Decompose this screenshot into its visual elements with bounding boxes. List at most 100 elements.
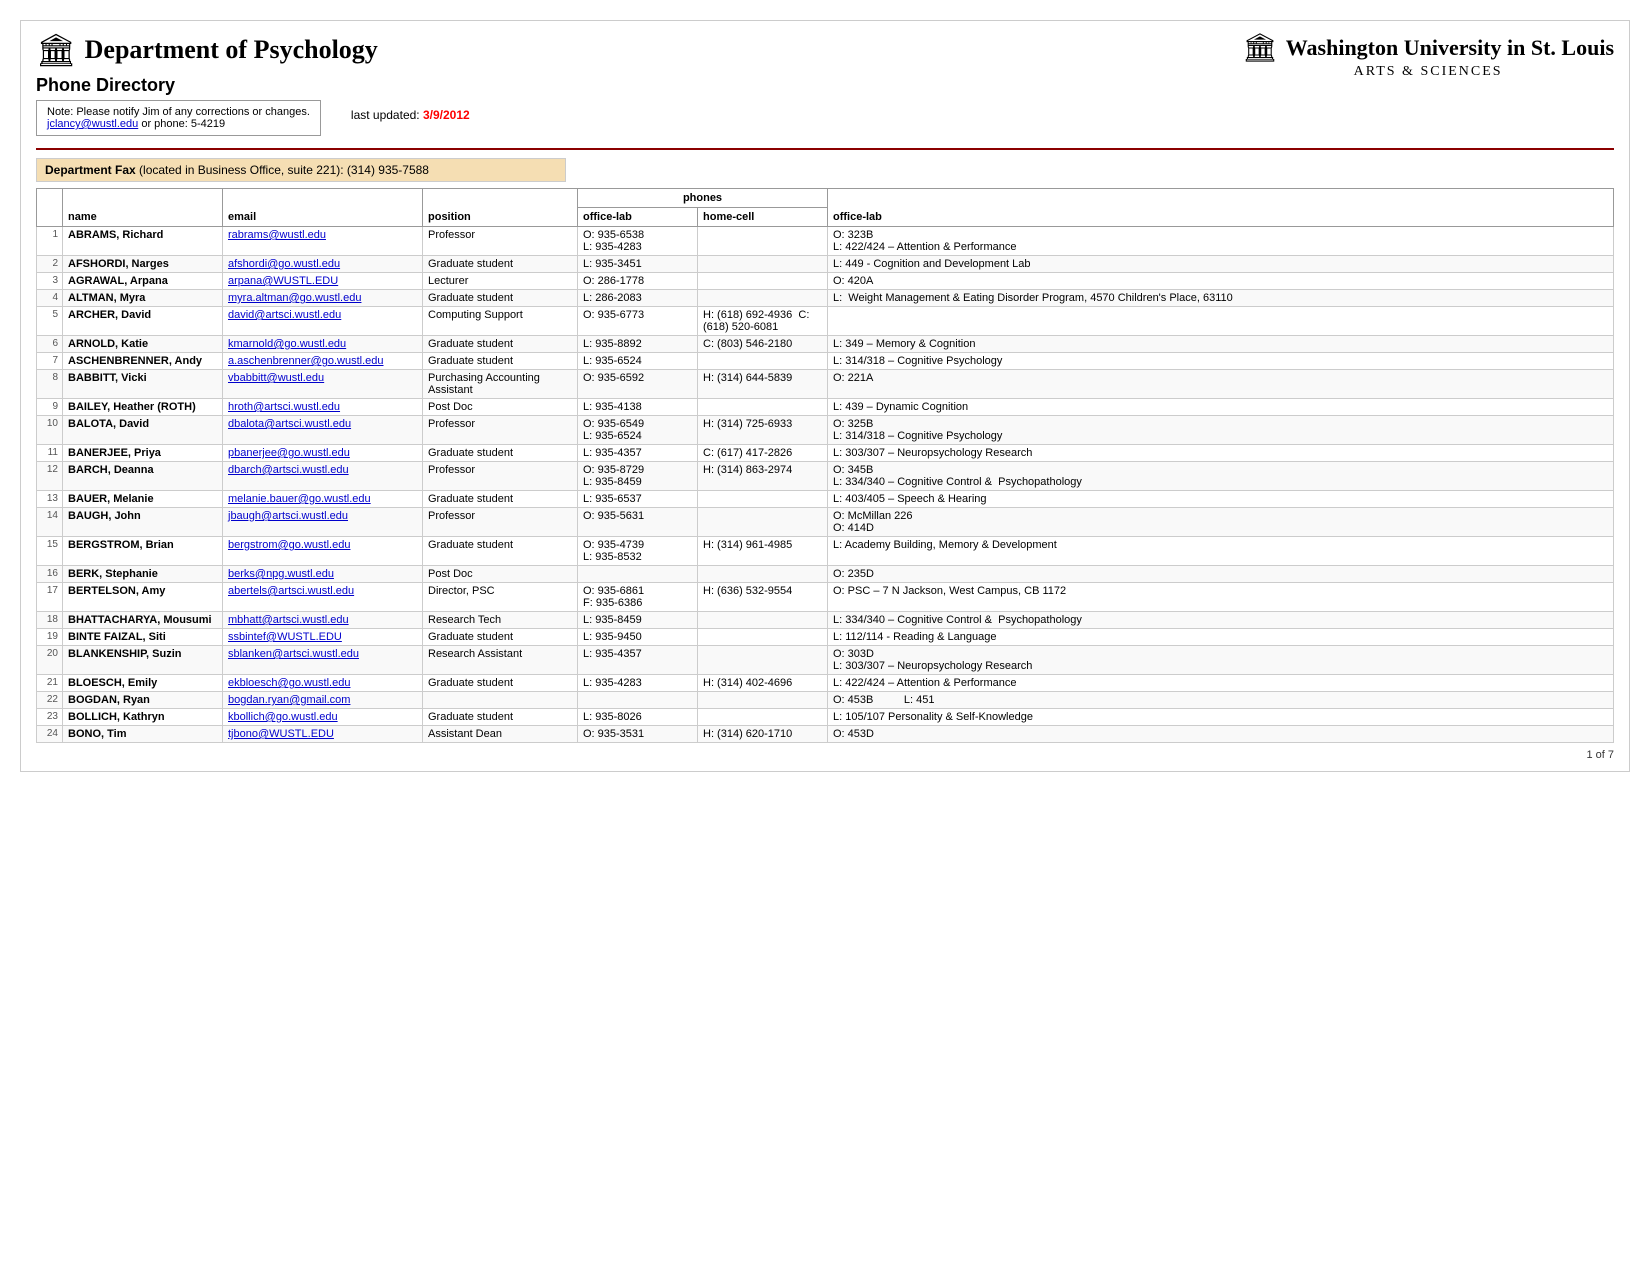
email-link[interactable]: kbollich@go.wustl.edu: [228, 711, 338, 723]
table-row: 24BONO, Timtjbono@WUSTL.EDUAssistant Dea…: [37, 726, 1614, 743]
row-num: 12: [37, 462, 63, 491]
row-home-cell: H: (636) 532-9554: [698, 583, 828, 612]
table-row: 2AFSHORDI, Narges afshordi@go.wustl.edu Gr…: [37, 256, 1614, 273]
email-link[interactable]: afshordi@go.wustl.edu: [228, 258, 340, 270]
row-email: bogdan.ryan@gmail.com: [223, 692, 423, 709]
page-footer: 1 of 7: [36, 749, 1614, 761]
row-email: kmarnold@go.wustl.edu: [223, 336, 423, 353]
notice-email[interactable]: jclancy@wustl.edu: [47, 118, 138, 130]
email-link[interactable]: rabrams@wustl.edu: [228, 229, 326, 241]
row-name: BAILEY, Heather (ROTH): [63, 399, 223, 416]
email-link[interactable]: berks@npg.wustl.edu: [228, 568, 334, 580]
row-num: 24: [37, 726, 63, 743]
row-office-lab2: O: PSC – 7 N Jackson, West Campus, CB 11…: [828, 583, 1614, 612]
email-link[interactable]: mbhatt@artsci.wustl.edu: [228, 614, 349, 626]
email-link[interactable]: sblanken@artsci.wustl.edu: [228, 648, 359, 660]
fax-bar: Department Fax (located in Business Offi…: [36, 158, 566, 182]
row-position: Graduate student: [423, 675, 578, 692]
email-link[interactable]: abertels@artsci.wustl.edu: [228, 585, 354, 597]
email-link[interactable]: tjbono@WUSTL.EDU: [228, 728, 334, 740]
row-home-cell: H: (314) 863-2974: [698, 462, 828, 491]
row-office-lab: O: 935-6538 L: 935-4283: [578, 227, 698, 256]
email-link[interactable]: bergstrom@go.wustl.edu: [228, 539, 350, 551]
row-office-lab: [578, 566, 698, 583]
row-email: hroth@artsci.wustl.edu: [223, 399, 423, 416]
row-email: rabrams@wustl.edu: [223, 227, 423, 256]
row-office-lab2: O: 303D L: 303/307 – Neuropsychology Res…: [828, 646, 1614, 675]
table-row: 16BERK, Stephanieberks@npg.wustl.eduPost…: [37, 566, 1614, 583]
row-name: BABBITT, Vicki: [63, 370, 223, 399]
row-position: Graduate student: [423, 256, 578, 273]
email-link[interactable]: vbabbitt@wustl.edu: [228, 372, 324, 384]
row-num: 16: [37, 566, 63, 583]
row-office-lab2: [828, 307, 1614, 336]
row-position: Lecturer: [423, 273, 578, 290]
row-num: 15: [37, 537, 63, 566]
row-name: AFSHORDI, Narges: [63, 256, 223, 273]
email-link[interactable]: dbalota@artsci.wustl.edu: [228, 418, 351, 430]
row-email: arpana@WUSTL.EDU: [223, 273, 423, 290]
row-home-cell: C: (803) 546-2180: [698, 336, 828, 353]
row-email: ekbloesch@go.wustl.edu: [223, 675, 423, 692]
wustl-icon: 🏛: [1242, 31, 1278, 64]
email-link[interactable]: bogdan.ryan@gmail.com: [228, 694, 350, 706]
row-email: vbabbitt@wustl.edu: [223, 370, 423, 399]
row-num: 7: [37, 353, 63, 370]
row-num: 1: [37, 227, 63, 256]
email-link[interactable]: jbaugh@artsci.wustl.edu: [228, 510, 348, 522]
row-home-cell: [698, 227, 828, 256]
email-link[interactable]: pbanerjee@go.wustl.edu: [228, 447, 350, 459]
row-num: 18: [37, 612, 63, 629]
email-link[interactable]: melanie.bauer@go.wustl.edu: [228, 493, 371, 505]
row-home-cell: [698, 491, 828, 508]
row-office-lab: L: 935-3451: [578, 256, 698, 273]
row-position: Computing Support: [423, 307, 578, 336]
page-wrapper: 🏛 Department of Psychology Phone Directo…: [20, 20, 1630, 772]
row-office-lab2: O: 221A: [828, 370, 1614, 399]
email-link[interactable]: kmarnold@go.wustl.edu: [228, 338, 346, 350]
row-office-lab: O: 286-1778: [578, 273, 698, 290]
row-email: david@artsci.wustl.edu: [223, 307, 423, 336]
row-office-lab2: L: 303/307 – Neuropsychology Research: [828, 445, 1614, 462]
row-name: BARCH, Deanna: [63, 462, 223, 491]
last-updated-label: last updated:: [351, 108, 420, 122]
email-link[interactable]: arpana@WUSTL.EDU: [228, 275, 338, 287]
row-num: 23: [37, 709, 63, 726]
row-num: 5: [37, 307, 63, 336]
row-email: bergstrom@go.wustl.edu: [223, 537, 423, 566]
row-home-cell: [698, 566, 828, 583]
row-name: ABRAMS, Richard: [63, 227, 223, 256]
row-num: 2: [37, 256, 63, 273]
row-office-lab2: L: 422/424 – Attention & Performance: [828, 675, 1614, 692]
row-num: 9: [37, 399, 63, 416]
email-link[interactable]: dbarch@artsci.wustl.edu: [228, 464, 349, 476]
row-office-lab: L: 935-8459: [578, 612, 698, 629]
last-updated-date: 3/9/2012: [423, 108, 470, 122]
dept-logo-area: 🏛 Department of Psychology: [36, 31, 470, 69]
email-link[interactable]: ssbintef@WUSTL.EDU: [228, 631, 342, 643]
row-num: 17: [37, 583, 63, 612]
email-link[interactable]: hroth@artsci.wustl.edu: [228, 401, 340, 413]
email-link[interactable]: myra.altman@go.wustl.edu: [228, 292, 361, 304]
email-link[interactable]: ekbloesch@go.wustl.edu: [228, 677, 350, 689]
row-office-lab: L: 935-8892: [578, 336, 698, 353]
row-name: BINTE FAIZAL, Siti: [63, 629, 223, 646]
row-office-lab2: L: Weight Management & Eating Disorder P…: [828, 290, 1614, 307]
table-row: 12BARCH, Deannadbarch@artsci.wustl.eduPr…: [37, 462, 1614, 491]
email-link[interactable]: david@artsci.wustl.edu: [228, 309, 341, 321]
email-link[interactable]: a.aschenbrenner@go.wustl.edu: [228, 355, 384, 367]
table-row: 11BANERJEE, Priyapbanerjee@go.wustl.eduG…: [37, 445, 1614, 462]
row-email: mbhatt@artsci.wustl.edu: [223, 612, 423, 629]
row-position: Graduate student: [423, 290, 578, 307]
row-office-lab2: O: 420A: [828, 273, 1614, 290]
row-name: BHATTACHARYA, Mousumi: [63, 612, 223, 629]
table-row: 8BABBITT, Vickivbabbitt@wustl.eduPurchas…: [37, 370, 1614, 399]
row-name: BERK, Stephanie: [63, 566, 223, 583]
row-office-lab2: O: 235D: [828, 566, 1614, 583]
table-row: 23BOLLICH, Kathrynkbollich@go.wustl.eduG…: [37, 709, 1614, 726]
row-office-lab2: L: 349 – Memory & Cognition: [828, 336, 1614, 353]
row-position: [423, 692, 578, 709]
row-office-lab: O: 935-5631: [578, 508, 698, 537]
row-office-lab: L: 286-2083: [578, 290, 698, 307]
row-name: ARCHER, David: [63, 307, 223, 336]
